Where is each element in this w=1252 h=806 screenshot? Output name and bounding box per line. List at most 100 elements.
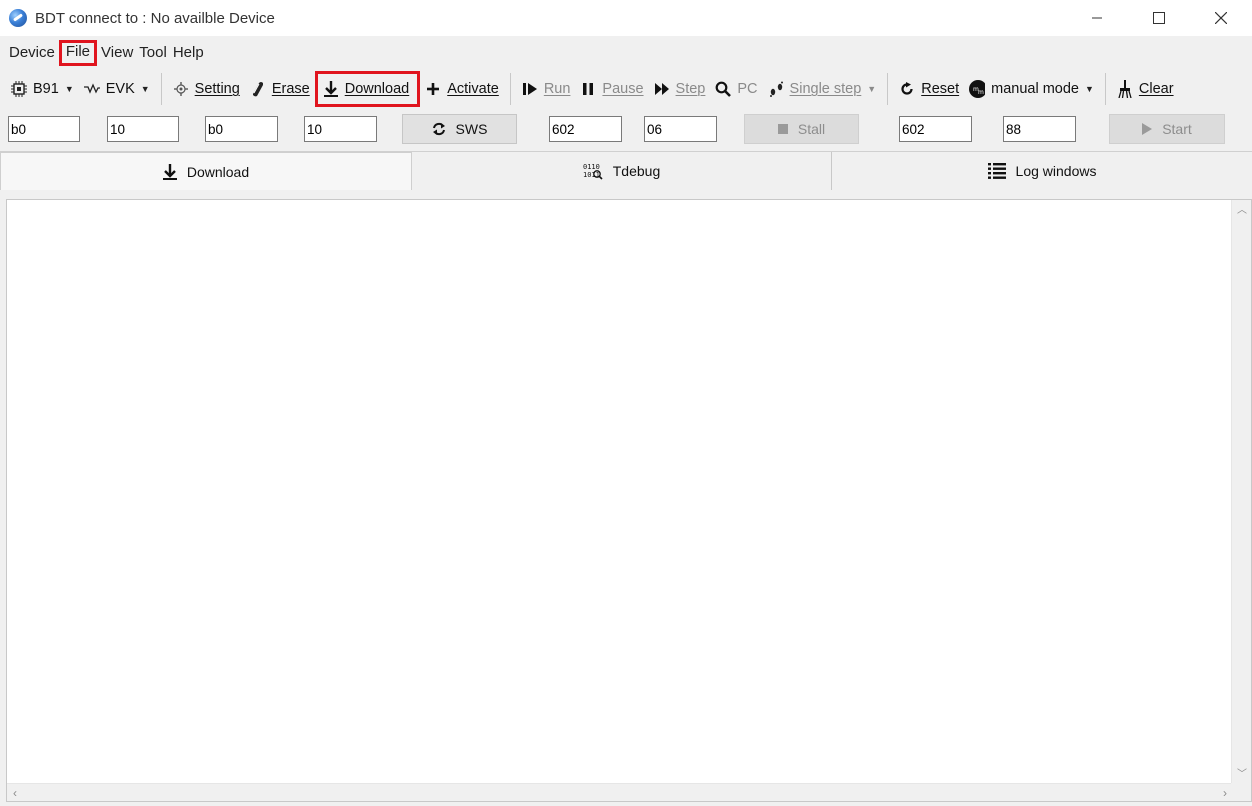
reset-icon bbox=[899, 81, 915, 97]
scroll-down-icon[interactable]: ﹀ bbox=[1237, 770, 1247, 780]
svg-text:m: m bbox=[978, 89, 984, 96]
field-6[interactable] bbox=[644, 116, 717, 142]
pc-button[interactable]: PC bbox=[710, 74, 762, 104]
step-label: Step bbox=[675, 81, 706, 97]
scroll-left-icon[interactable]: ‹ bbox=[13, 787, 17, 799]
tab-log-windows-label: Log windows bbox=[1015, 163, 1097, 179]
maximize-button[interactable] bbox=[1128, 0, 1190, 36]
menu-tool[interactable]: Tool bbox=[136, 41, 170, 65]
download-log-pane[interactable]: ︿ ﹀ ‹ › bbox=[6, 199, 1252, 802]
pause-icon bbox=[580, 81, 596, 97]
erase-button[interactable]: Erase bbox=[245, 74, 315, 104]
binary-search-icon: 0110 1011 bbox=[583, 162, 603, 180]
play-icon bbox=[1142, 123, 1153, 135]
sws-button[interactable]: SWS bbox=[402, 114, 517, 144]
step-icon bbox=[654, 81, 670, 97]
step-button[interactable]: Step bbox=[649, 74, 711, 104]
single-step-label: Single step bbox=[789, 81, 862, 97]
field-7[interactable] bbox=[899, 116, 972, 142]
chip-label: B91 bbox=[33, 81, 59, 97]
tab-log-windows[interactable]: Log windows bbox=[832, 152, 1252, 190]
gear-icon bbox=[173, 81, 189, 97]
minimize-button[interactable] bbox=[1066, 0, 1128, 36]
minimize-icon bbox=[1092, 17, 1102, 19]
horizontal-scrollbar[interactable]: ‹ › bbox=[7, 783, 1233, 801]
field-5[interactable] bbox=[549, 116, 622, 142]
plus-icon bbox=[425, 81, 441, 97]
mode-label: manual mode bbox=[991, 81, 1079, 97]
sws-label: SWS bbox=[455, 121, 488, 137]
clear-label: Clear bbox=[1138, 81, 1174, 97]
chip-icon bbox=[11, 81, 27, 97]
stall-label: Stall bbox=[797, 121, 826, 137]
stop-icon bbox=[777, 124, 788, 134]
scroll-right-icon[interactable]: › bbox=[1223, 787, 1227, 799]
menu-help[interactable]: Help bbox=[170, 41, 207, 65]
download-button[interactable]: Download bbox=[314, 71, 421, 107]
reset-label: Reset bbox=[921, 81, 960, 97]
tab-download[interactable]: Download bbox=[0, 152, 412, 190]
window-title: BDT connect to : No availble Device bbox=[35, 9, 275, 27]
board-select[interactable]: EVK ▼ bbox=[79, 74, 155, 104]
field-4[interactable] bbox=[304, 116, 377, 142]
pause-label: Pause bbox=[602, 81, 644, 97]
activate-label: Activate bbox=[447, 81, 499, 97]
toolbar-separator bbox=[509, 73, 511, 105]
list-icon bbox=[987, 163, 1006, 179]
close-button[interactable] bbox=[1190, 0, 1252, 36]
close-icon bbox=[1215, 12, 1227, 24]
download-arrow-icon bbox=[323, 81, 339, 97]
erase-label: Erase bbox=[271, 81, 310, 97]
globe-icon bbox=[9, 9, 27, 27]
field-2[interactable] bbox=[107, 116, 179, 142]
download-label: Download bbox=[344, 81, 410, 97]
setting-button[interactable]: Setting bbox=[168, 74, 245, 104]
menu-file[interactable]: File bbox=[58, 40, 98, 66]
tab-tdebug[interactable]: 0110 1011 Tdebug bbox=[412, 152, 832, 190]
toolbar-separator bbox=[160, 73, 162, 105]
field-1[interactable] bbox=[8, 116, 80, 142]
broom-icon bbox=[1117, 80, 1133, 98]
toolbar-separator bbox=[1104, 73, 1106, 105]
tab-tdebug-label: Tdebug bbox=[612, 163, 661, 179]
menu-bar: Device File View Tool Help bbox=[0, 40, 207, 66]
chevron-down-icon: ▼ bbox=[867, 84, 877, 94]
vertical-scrollbar[interactable]: ︿ ﹀ bbox=[1231, 200, 1251, 784]
run-button[interactable]: Run bbox=[517, 74, 576, 104]
toolbar: B91 ▼ EVK ▼ Setting Erase Download Activ… bbox=[0, 71, 1252, 107]
field-8[interactable] bbox=[1003, 116, 1076, 142]
mode-select[interactable]: mm manual mode ▼ bbox=[964, 74, 1099, 104]
single-step-select[interactable]: Single step ▼ bbox=[763, 74, 882, 104]
menu-device[interactable]: Device bbox=[6, 41, 58, 65]
start-button[interactable]: Start bbox=[1109, 114, 1225, 144]
start-label: Start bbox=[1162, 121, 1192, 137]
menu-view[interactable]: View bbox=[98, 41, 136, 65]
reset-button[interactable]: Reset bbox=[894, 74, 964, 104]
scroll-corner bbox=[1231, 783, 1251, 801]
board-label: EVK bbox=[105, 81, 135, 97]
mode-icon: mm bbox=[969, 80, 986, 98]
maximize-icon bbox=[1153, 12, 1165, 24]
signal-icon bbox=[83, 81, 100, 97]
field-3[interactable] bbox=[205, 116, 278, 142]
tab-download-label: Download bbox=[186, 163, 250, 180]
pc-label: PC bbox=[737, 81, 758, 97]
activate-button[interactable]: Activate bbox=[420, 74, 504, 104]
title-bar: BDT connect to : No availble Device bbox=[0, 0, 1252, 36]
chevron-down-icon: ▼ bbox=[140, 84, 150, 94]
eraser-icon bbox=[250, 81, 266, 97]
tab-bar: Download 0110 1011 Tdebug Log windows bbox=[0, 151, 1252, 190]
chevron-down-icon: ▼ bbox=[64, 84, 74, 94]
setting-label: Setting bbox=[194, 81, 240, 97]
download-arrow-icon bbox=[162, 163, 177, 180]
chevron-down-icon: ▼ bbox=[1084, 84, 1094, 94]
chip-select[interactable]: B91 ▼ bbox=[6, 74, 79, 104]
footsteps-icon bbox=[768, 81, 784, 97]
register-row: SWS Stall Start bbox=[0, 114, 1252, 144]
clear-button[interactable]: Clear bbox=[1112, 74, 1179, 104]
pause-button[interactable]: Pause bbox=[575, 74, 648, 104]
scroll-up-icon[interactable]: ︿ bbox=[1237, 206, 1247, 216]
svg-text:0110: 0110 bbox=[583, 163, 600, 171]
stall-button[interactable]: Stall bbox=[744, 114, 859, 144]
run-label: Run bbox=[543, 81, 571, 97]
